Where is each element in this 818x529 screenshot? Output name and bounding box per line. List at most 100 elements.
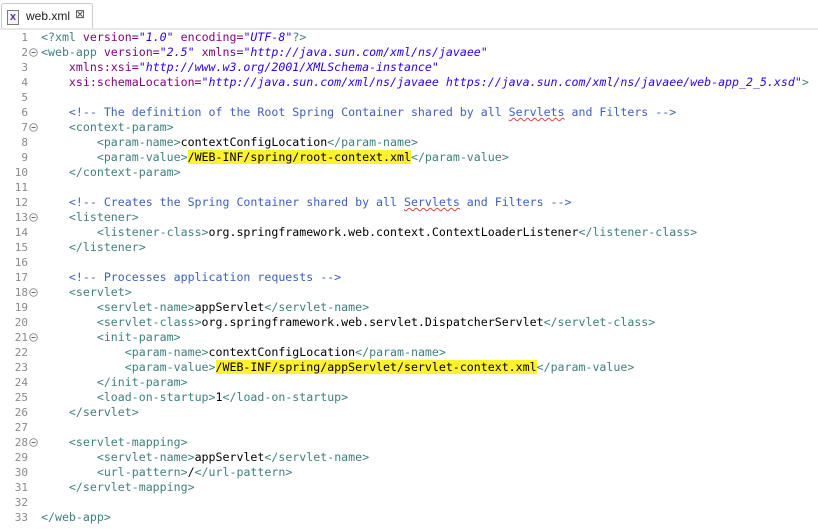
code-text: <load-on-startup>1</load-on-startup> [41,390,348,405]
code-line[interactable]: 32 [0,495,818,510]
code-token: <!-- The definition of the Root Spring C… [68,105,509,119]
line-number: 33 [14,511,28,524]
code-text: <init-param> [41,330,181,345]
code-line[interactable]: 25 <load-on-startup>1</load-on-startup> [0,390,818,405]
line-number: 29 [14,451,28,464]
line-number: 26 [14,406,28,419]
code-line[interactable]: 31 </servlet-mapping> [0,480,818,495]
code-line[interactable]: 12 <!-- Creates the Spring Container sha… [0,195,818,210]
code-text: <web-app version="2.5" xmlns="http://jav… [41,45,488,60]
code-token: </init-param> [96,375,188,389]
close-icon[interactable]: ⊠ [75,7,85,21]
line-number: 27 [14,421,28,434]
code-line[interactable]: 21 <init-param> [0,330,818,345]
code-token: </context-param> [68,165,181,179]
code-token: <servlet-mapping> [68,435,188,449]
fold-collapse-icon[interactable] [29,333,38,342]
code-text: <param-name>contextConfigLocation</param… [41,135,418,150]
code-token: </servlet-name> [264,450,370,464]
code-line[interactable]: 6 <!-- The definition of the Root Spring… [0,105,818,120]
code-token: <url-pattern> [96,465,188,479]
fold-collapse-icon[interactable] [29,123,38,132]
code-token: <context-param> [68,120,174,134]
code-token: encoding= [180,30,244,44]
code-text: <context-param> [41,120,174,135]
code-line[interactable]: 29 <servlet-name>appServlet</servlet-nam… [0,450,818,465]
line-number: 13 [14,211,28,224]
code-line[interactable]: 23 <param-value>/WEB-INF/spring/appServl… [0,360,818,375]
line-number: 22 [14,346,28,359]
line-number: 17 [14,271,28,284]
code-line[interactable]: 19 <servlet-name>appServlet</servlet-nam… [0,300,818,315]
code-line[interactable]: 15 </listener> [0,240,818,255]
code-token: Servlets [403,195,460,209]
code-line[interactable]: 8 <param-name>contextConfigLocation</par… [0,135,818,150]
code-token: "1.0" [138,30,174,44]
line-number: 24 [14,376,28,389]
code-line[interactable]: 16 [0,255,818,270]
fold-collapse-icon[interactable] [29,438,38,447]
code-line[interactable]: 30 <url-pattern>/</url-pattern> [0,465,818,480]
code-line[interactable]: 20 <servlet-class>org.springframework.we… [0,315,818,330]
line-number: 6 [21,106,28,119]
code-text: <listener-class>org.springframework.web.… [41,225,697,240]
code-line[interactable]: 4 xsi:schemaLocation="http://java.sun.co… [0,75,818,90]
code-line[interactable]: 24 </init-param> [0,375,818,390]
code-token: <servlet> [68,285,132,299]
code-line[interactable]: 22 <param-name>contextConfigLocation</pa… [0,345,818,360]
code-line[interactable]: 9 <param-value>/WEB-INF/spring/root-cont… [0,150,818,165]
code-line[interactable]: 7 <context-param> [0,120,818,135]
code-line[interactable]: 28 <servlet-mapping> [0,435,818,450]
code-token: <servlet-name> [96,300,195,314]
code-line[interactable]: 27 [0,420,818,435]
code-text: </init-param> [41,375,188,390]
line-number: 8 [21,136,28,149]
code-line[interactable]: 14 <listener-class>org.springframework.w… [0,225,818,240]
line-number: 18 [14,286,28,299]
code-token: ?> [292,30,307,44]
tab-web-xml[interactable]: X web.xml ⊠ [1,3,93,29]
code-line[interactable]: 5 [0,90,818,105]
xml-file-icon: X [7,10,19,25]
code-line[interactable]: 3 xmlns:xsi="http://www.w3.org/2001/XMLS… [0,60,818,75]
code-line[interactable]: 1 <?xml version="1.0" encoding="UTF-8"?> [0,30,818,45]
code-text: </servlet> [41,405,139,420]
code-text: <?xml version="1.0" encoding="UTF-8"?> [41,30,306,45]
code-token: </load-on-startup> [222,390,349,404]
code-token: <servlet-name> [96,450,195,464]
line-number: 31 [14,481,28,494]
code-line[interactable]: 18 <servlet> [0,285,818,300]
code-token: "2.5" [159,45,195,59]
code-text: <!-- The definition of the Root Spring C… [41,105,676,120]
code-token: / [187,465,195,479]
line-number: 3 [21,61,28,74]
code-token: <param-value> [124,360,216,374]
code-line[interactable]: 11 [0,180,818,195]
code-token: </web-app> [41,510,111,524]
code-line[interactable]: 10 </context-param> [0,165,818,180]
fold-collapse-icon[interactable] [29,288,38,297]
code-token: </listener> [68,240,146,254]
code-token: <param-value> [96,150,188,164]
code-line[interactable]: 2 <web-app version="2.5" xmlns="http://ja… [0,45,818,60]
code-line[interactable]: 33 </web-app> [0,510,818,525]
line-number: 25 [14,391,28,404]
fold-collapse-icon[interactable] [29,48,38,57]
code-token: 1 [215,390,223,404]
code-editor[interactable]: 1 <?xml version="1.0" encoding="UTF-8"?> 2… [0,30,818,529]
code-line[interactable]: 13 <listener> [0,210,818,225]
code-token: version= [103,45,160,59]
code-line[interactable]: 17 <!-- Processes application requests -… [0,270,818,285]
code-text: <servlet-name>appServlet</servlet-name> [41,450,369,465]
code-line[interactable]: 26 </servlet> [0,405,818,420]
fold-collapse-icon[interactable] [29,213,38,222]
